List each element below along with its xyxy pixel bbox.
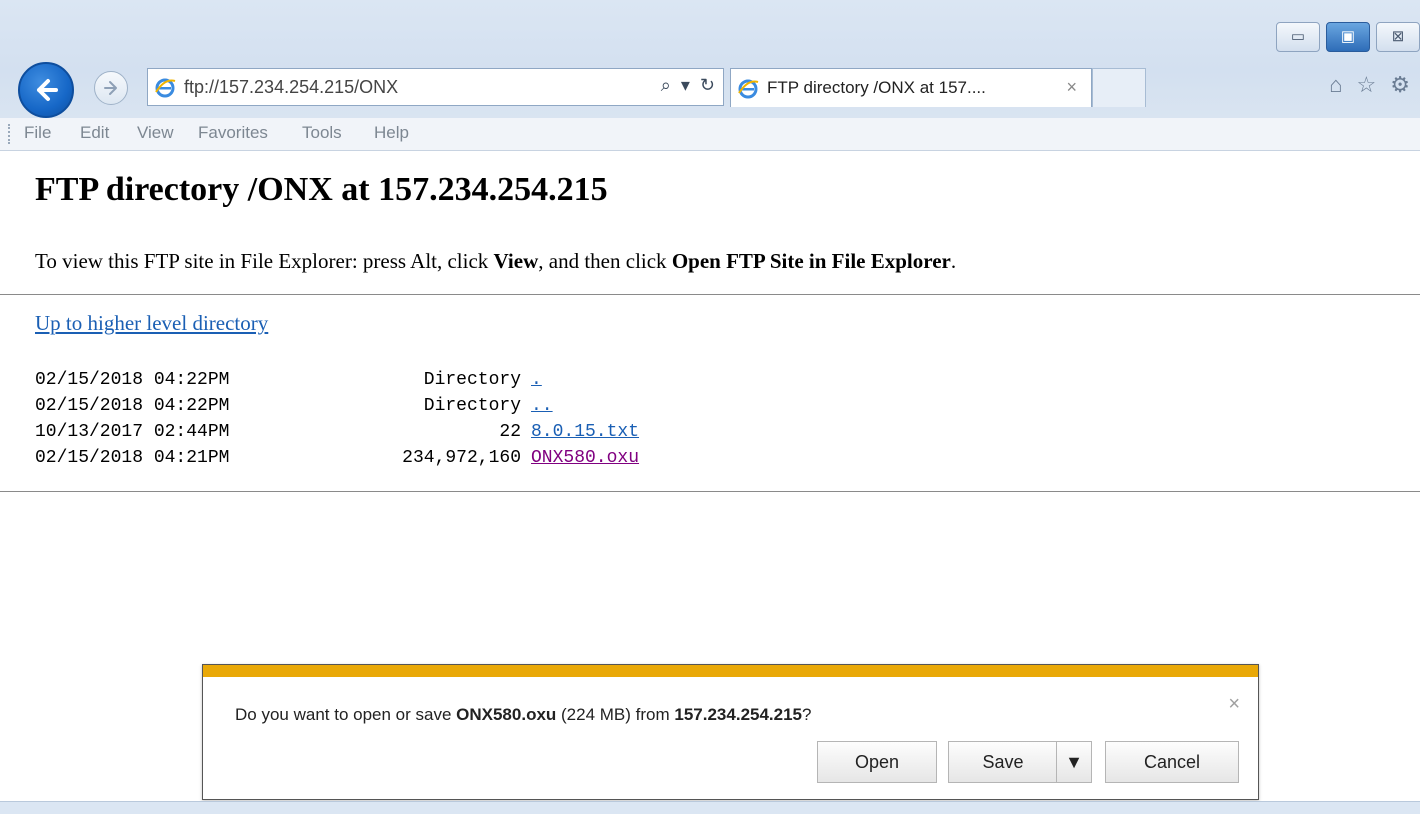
menu-help[interactable]: Help xyxy=(374,123,409,143)
new-tab-button[interactable] xyxy=(1092,68,1146,107)
save-options-dropdown[interactable]: ▼ xyxy=(1056,741,1092,783)
toolbar-icons: ⌂ ☆ ⚙ xyxy=(1329,72,1410,98)
minimize-button[interactable]: ▭ xyxy=(1276,22,1320,52)
open-button[interactable]: Open xyxy=(817,741,937,783)
item-size: Directory xyxy=(423,370,521,390)
page-title: FTP directory /ONX at 157.234.254.215 xyxy=(35,171,608,208)
item-size: 234,972,160 xyxy=(402,448,521,468)
download-message: Do you want to open or save ONX580.oxu (… xyxy=(235,705,812,724)
menu-bar: File Edit View Favorites Tools Help xyxy=(0,118,1420,151)
navigation-row: ftp://157.234.254.215/ONX ⌕ ▾ ↻ FTP dire… xyxy=(0,58,1420,118)
instructions: To view this FTP site in File Explorer: … xyxy=(35,249,957,273)
divider xyxy=(0,294,1420,295)
item-date: 02/15/2018 04:22PM xyxy=(35,396,230,416)
window-controls: ▭ ▣ ⊠ xyxy=(1276,22,1420,52)
download-notification-bar: Do you want to open or save ONX580.oxu (… xyxy=(202,664,1259,800)
address-bar[interactable]: ftp://157.234.254.215/ONX ⌕ ▾ ↻ xyxy=(147,68,724,106)
instr-open-ftp: Open FTP Site in File Explorer xyxy=(671,249,951,273)
item-date: 02/15/2018 04:22PM xyxy=(35,370,230,390)
download-filename: ONX580.oxu xyxy=(456,705,557,724)
item-date: 02/15/2018 04:21PM xyxy=(35,448,230,468)
maximize-icon: ▣ xyxy=(1340,28,1356,45)
ie-page-icon xyxy=(155,78,176,98)
close-window-button[interactable]: ⊠ xyxy=(1376,22,1420,52)
close-icon: ⊠ xyxy=(1391,28,1405,45)
item-size: 22 xyxy=(499,422,521,442)
item-link[interactable]: ONX580.oxu xyxy=(531,445,639,471)
menu-tools[interactable]: Tools xyxy=(302,123,342,143)
list-item: 10/13/2017 02:44PM 22 8.0.15.txt xyxy=(35,419,639,445)
settings-gear-icon[interactable]: ⚙ xyxy=(1390,72,1410,98)
menu-grip xyxy=(8,124,12,144)
tab-ftp-directory[interactable]: FTP directory /ONX at 157.... × xyxy=(730,68,1092,107)
back-button[interactable] xyxy=(18,62,74,118)
download-host: 157.234.254.215 xyxy=(674,705,803,724)
window-bottom-edge xyxy=(0,801,1420,814)
maximize-button[interactable]: ▣ xyxy=(1326,22,1370,52)
tab-close-icon[interactable]: × xyxy=(1066,77,1077,98)
search-icon[interactable]: ⌕ xyxy=(661,75,671,96)
notification-accent xyxy=(203,665,1258,677)
list-item: 02/15/2018 04:22PM Directory . xyxy=(35,367,639,393)
forward-arrow-icon xyxy=(104,81,117,95)
save-button[interactable]: Save xyxy=(948,741,1058,783)
menu-view[interactable]: View xyxy=(137,123,174,143)
dropdown-icon[interactable]: ▾ xyxy=(681,75,690,96)
instr-view: View xyxy=(493,249,539,273)
favorites-star-icon[interactable]: ☆ xyxy=(1357,72,1377,98)
item-date: 10/13/2017 02:44PM xyxy=(35,422,230,442)
address-tools: ⌕ ▾ ↻ xyxy=(661,75,715,96)
home-icon[interactable]: ⌂ xyxy=(1329,72,1342,98)
up-directory-link[interactable]: Up to higher level directory xyxy=(35,311,268,336)
item-link[interactable]: . xyxy=(531,367,542,393)
refresh-icon[interactable]: ↻ xyxy=(700,75,715,96)
directory-listing: 02/15/2018 04:22PM Directory . 02/15/201… xyxy=(35,367,639,471)
tab-title: FTP directory /ONX at 157.... xyxy=(767,78,986,97)
minimize-icon: ▭ xyxy=(1290,28,1306,45)
menu-favorites[interactable]: Favorites xyxy=(198,123,268,143)
item-link[interactable]: 8.0.15.txt xyxy=(531,419,639,445)
address-text[interactable]: ftp://157.234.254.215/ONX xyxy=(184,77,398,98)
back-arrow-icon xyxy=(37,79,58,101)
item-size: Directory xyxy=(423,396,521,416)
browser-chrome: ▭ ▣ ⊠ ftp://157.234.254.215/ONX ⌕ ▾ ↻ FT… xyxy=(0,0,1420,119)
ie-tab-icon xyxy=(738,79,759,99)
list-item: 02/15/2018 04:22PM Directory .. xyxy=(35,393,639,419)
cancel-button[interactable]: Cancel xyxy=(1105,741,1239,783)
menu-file[interactable]: File xyxy=(24,123,51,143)
list-item: 02/15/2018 04:21PM 234,972,160 ONX580.ox… xyxy=(35,445,639,471)
item-link[interactable]: .. xyxy=(531,393,553,419)
forward-button[interactable] xyxy=(94,71,128,105)
close-notification-icon[interactable]: × xyxy=(1228,693,1240,716)
divider xyxy=(0,491,1420,492)
menu-edit[interactable]: Edit xyxy=(80,123,109,143)
